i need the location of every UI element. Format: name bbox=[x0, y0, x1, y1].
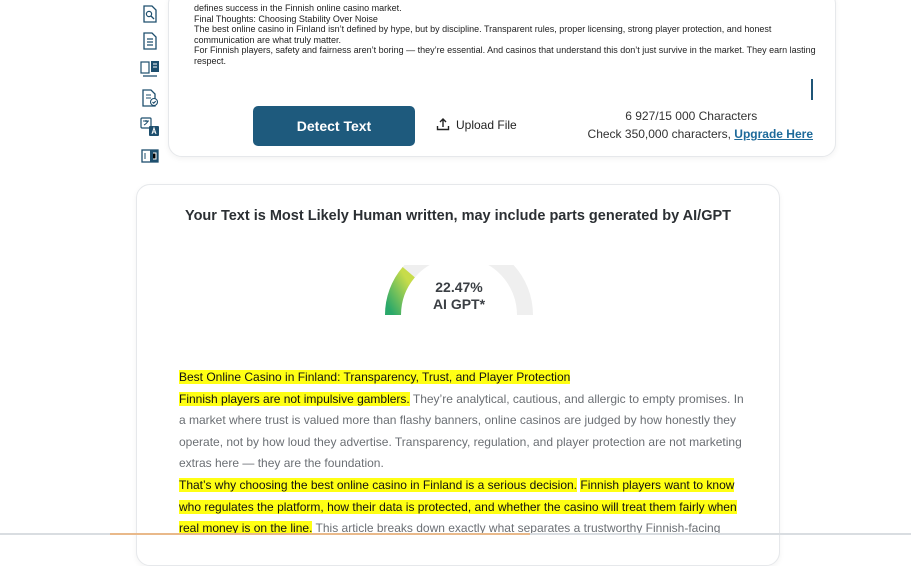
character-info: 6 927/15 000 Characters Check 350,000 ch… bbox=[588, 107, 813, 143]
upload-file-label: Upload File bbox=[456, 118, 517, 132]
upload-icon bbox=[436, 117, 450, 134]
upgrade-link[interactable]: Upgrade Here bbox=[734, 127, 813, 141]
document-icon[interactable] bbox=[140, 31, 160, 51]
tool-rail bbox=[134, 0, 166, 170]
split-view-icon[interactable] bbox=[140, 146, 160, 166]
upload-file-button[interactable]: Upload File bbox=[436, 115, 517, 135]
input-line: Final Thoughts: Choosing Stability Over … bbox=[194, 13, 378, 24]
doc-compare-icon[interactable] bbox=[140, 59, 160, 79]
translate-icon[interactable] bbox=[140, 117, 160, 137]
character-count: 6 927/15 000 Characters bbox=[625, 109, 758, 123]
ai-highlighted-segment: Finnish players are not impulsive gamble… bbox=[179, 391, 410, 406]
ai-highlighted-segment: That’s why choosing the best online casi… bbox=[179, 477, 578, 492]
ai-highlighted-segment: Best Online Casino in Finland: Transpare… bbox=[179, 370, 571, 384]
analysis-paragraph: Finnish players are not impulsive gamble… bbox=[179, 389, 744, 475]
scrollbar-thumb[interactable] bbox=[811, 79, 813, 100]
input-line: The best online casino in Finland isn’t … bbox=[194, 24, 772, 45]
gauge-readout: 22.47% AI GPT* bbox=[383, 279, 535, 313]
text-input-area[interactable]: defines success in the Finnish online ca… bbox=[194, 3, 819, 67]
ai-gpt-label: AI GPT* bbox=[432, 296, 486, 312]
doc-check-icon[interactable] bbox=[140, 88, 160, 108]
doc-search-icon[interactable] bbox=[140, 4, 160, 24]
input-line: For Finnish players, safety and fairness… bbox=[194, 45, 816, 66]
result-card: Your Text is Most Likely Human written, … bbox=[136, 184, 780, 566]
analysis-paragraph: That’s why choosing the best online casi… bbox=[179, 475, 744, 540]
analyzed-text: Best Online Casino in Finland: Transpare… bbox=[179, 367, 744, 540]
detect-text-button[interactable]: Detect Text bbox=[253, 106, 415, 146]
input-line: defines success in the Finnish online ca… bbox=[194, 3, 402, 13]
ai-percent: 22.47% bbox=[435, 279, 483, 295]
analysis-paragraph: Best Online Casino in Finland: Transpare… bbox=[179, 367, 744, 389]
result-title: Your Text is Most Likely Human written, … bbox=[184, 208, 731, 224]
text-input-card: defines success in the Finnish online ca… bbox=[168, 0, 836, 157]
check-characters-text: Check 350,000 characters, bbox=[587, 127, 735, 141]
